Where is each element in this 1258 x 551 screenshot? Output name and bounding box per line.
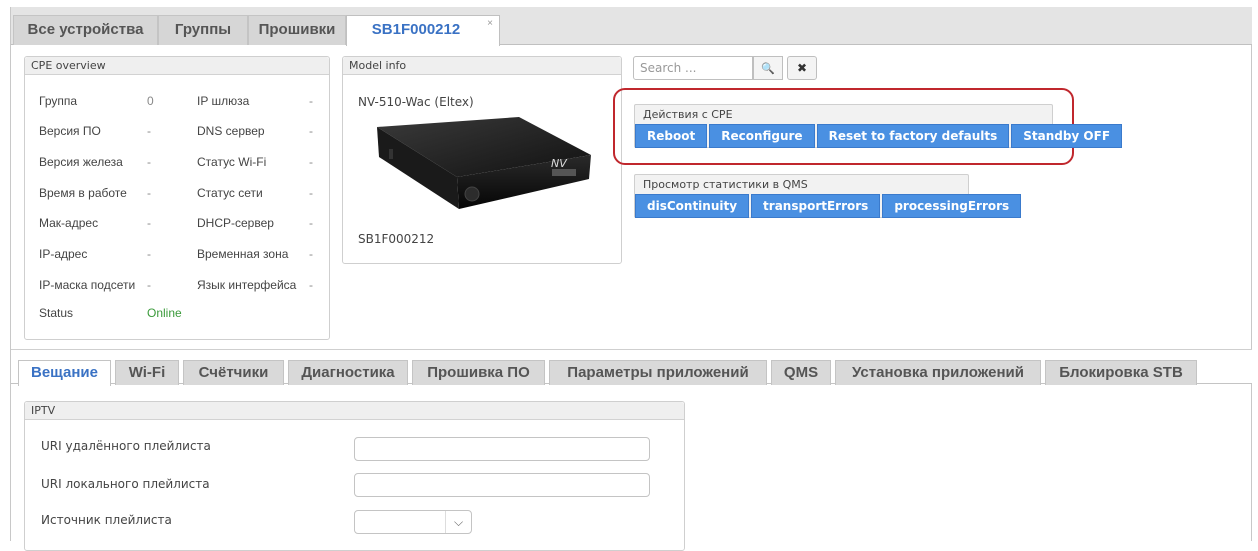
- overview-label: IP-маска подсети: [39, 278, 136, 292]
- overview-value: -: [147, 186, 151, 200]
- section-tab-bar: Вещание Wi-Fi Счётчики Диагностика Проши…: [11, 349, 1252, 386]
- overview-value: -: [147, 247, 151, 261]
- remote-playlist-uri-input[interactable]: [354, 437, 650, 461]
- local-playlist-uri-input[interactable]: [354, 473, 650, 497]
- overview-label: Язык интерфейса: [197, 278, 297, 292]
- tab-firmware[interactable]: Прошивки: [248, 15, 346, 45]
- qms-stats-group: Просмотр статистики в QMS disContinuity …: [634, 174, 1022, 218]
- tab-wifi[interactable]: Wi-Fi: [115, 360, 179, 385]
- reboot-button[interactable]: Reboot: [635, 124, 708, 148]
- close-icon: ✖: [796, 61, 808, 75]
- tab-label: SB1F000212: [371, 21, 461, 38]
- overview-label: Status: [39, 306, 74, 320]
- tab-device-sb1f000212[interactable]: SB1F000212 ×: [346, 15, 500, 46]
- tab-firmware-update[interactable]: Прошивка ПО: [412, 360, 545, 385]
- reset-factory-defaults-button[interactable]: Reset to factory defaults: [816, 124, 1010, 148]
- overview-label: DHCP-сервер: [197, 216, 274, 230]
- cpe-overview-panel: CPE overview Группа 0 Версия ПО - Версия…: [24, 56, 330, 340]
- overview-value: 0: [147, 94, 154, 108]
- playlist-source-label: Источник плейлиста: [41, 513, 172, 527]
- tab-groups[interactable]: Группы: [158, 15, 248, 45]
- overview-value: -: [309, 216, 313, 230]
- tab-label: Все устройства: [27, 21, 144, 38]
- overview-label: IP шлюза: [197, 94, 250, 108]
- model-name: NV-510-Wac (Eltex): [358, 95, 474, 109]
- group-title: Просмотр статистики в QMS: [643, 178, 808, 191]
- overview-value: -: [147, 124, 151, 138]
- panel-title: CPE overview: [25, 57, 329, 75]
- close-icon[interactable]: ×: [487, 10, 493, 38]
- tab-label: Группы: [174, 21, 232, 38]
- local-playlist-uri-label: URI локального плейлиста: [41, 477, 210, 491]
- overview-value: -: [147, 216, 151, 230]
- remote-playlist-uri-label: URI удалённого плейлиста: [41, 439, 211, 453]
- standby-off-button[interactable]: Standby OFF: [1011, 124, 1123, 148]
- tab-counters[interactable]: Счётчики: [183, 360, 284, 385]
- overview-label: DNS сервер: [197, 124, 265, 138]
- overview-label: Временная зона: [197, 247, 289, 261]
- overview-value: -: [147, 278, 151, 292]
- tab-qms[interactable]: QMS: [771, 360, 831, 385]
- overview-value: -: [309, 247, 313, 261]
- tab-diagnostics[interactable]: Диагностика: [288, 360, 408, 385]
- overview-value: -: [309, 94, 313, 108]
- device-image: NV: [377, 117, 591, 209]
- tab-all-devices[interactable]: Все устройства: [13, 15, 158, 45]
- tab-label: Прошивки: [258, 21, 336, 38]
- panel-title: IPTV: [25, 402, 684, 420]
- overview-label: Группа: [39, 94, 78, 108]
- tab-stb-lock[interactable]: Блокировка STB: [1045, 360, 1197, 385]
- overview-label: Версия железа: [39, 155, 123, 169]
- overview-label: Статус Wi-Fi: [197, 155, 267, 169]
- processing-errors-button[interactable]: processingErrors: [882, 194, 1022, 218]
- device-logo: NV: [551, 157, 568, 170]
- top-tab-bar: Все устройства Группы Прошивки SB1F00021…: [11, 7, 1252, 46]
- search-button[interactable]: 🔍: [753, 56, 783, 80]
- overview-value: -: [309, 155, 313, 169]
- search-icon: 🔍: [761, 63, 775, 75]
- overview-label: Версия ПО: [39, 124, 101, 138]
- panel-title: Model info: [343, 57, 621, 75]
- overview-label: Мак-адрес: [39, 216, 99, 230]
- tab-broadcast[interactable]: Вещание: [18, 360, 111, 386]
- playlist-source-select[interactable]: ⌵: [354, 510, 472, 534]
- overview-value: -: [309, 124, 313, 138]
- search-input[interactable]: Search ...: [633, 56, 753, 80]
- tab-app-install[interactable]: Установка приложений: [835, 360, 1041, 385]
- group-title: Действия с CPE: [643, 108, 733, 121]
- transport-errors-button[interactable]: transportErrors: [751, 194, 881, 218]
- overview-label: Статус сети: [197, 186, 263, 200]
- overview-value: -: [309, 278, 313, 292]
- overview-value: -: [147, 155, 151, 169]
- tab-app-params[interactable]: Параметры приложений: [549, 360, 767, 385]
- chevron-down-icon: ⌵: [445, 511, 471, 533]
- model-serial: SB1F000212: [358, 232, 435, 246]
- cpe-actions-group: Действия с CPE Reboot Reconfigure Reset …: [634, 104, 1123, 148]
- clear-search-button[interactable]: ✖: [787, 56, 817, 80]
- discontinuity-button[interactable]: disContinuity: [635, 194, 750, 218]
- overview-label: IP-адрес: [39, 247, 88, 261]
- status-online-value: Online: [147, 306, 182, 320]
- model-info-panel: Model info NV-510-Wac (Eltex) NV SB1F000…: [342, 56, 622, 264]
- reconfigure-button[interactable]: Reconfigure: [709, 124, 815, 148]
- overview-label: Время в работе: [39, 186, 127, 200]
- overview-value: -: [309, 186, 313, 200]
